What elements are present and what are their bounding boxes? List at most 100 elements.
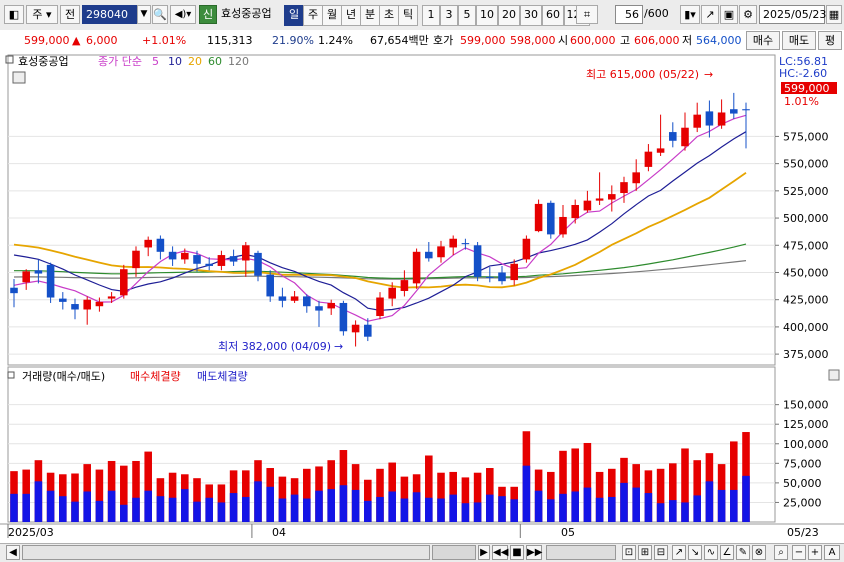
current-price: 599,000 — [24, 34, 70, 47]
volume-bar-sell — [59, 496, 67, 522]
volume-panel-max-icon[interactable] — [828, 369, 840, 381]
save-icon[interactable]: ▣ — [720, 5, 738, 24]
volume-bar-sell — [376, 496, 384, 522]
candle-body — [376, 297, 384, 317]
zoom-fit-icon[interactable]: ⊡ — [622, 545, 636, 560]
zoom-search-icon[interactable]: ⌕ — [774, 545, 788, 560]
pen-tool-icon[interactable]: ✎ — [736, 545, 750, 560]
gear-icon[interactable]: ⚙ — [739, 5, 757, 24]
indicator-icon[interactable]: ▮▾ — [680, 5, 700, 24]
angle-tool-icon[interactable]: ∠ — [720, 545, 734, 560]
interval-button-10[interactable]: 10 — [476, 5, 498, 26]
candle-body — [59, 298, 67, 302]
market-select[interactable]: 주 ▾ — [26, 5, 58, 24]
line-tool-icon[interactable]: ↗ — [672, 545, 686, 560]
candle-body — [351, 324, 360, 333]
interval-button-20[interactable]: 20 — [498, 5, 520, 26]
low-annotation: 최저 382,000 (04/09) — [218, 340, 331, 353]
volume-bar-sell — [656, 503, 665, 522]
legend-ma5: 5 — [152, 55, 159, 68]
scrollbar-thumb[interactable] — [432, 545, 476, 560]
volume-bar-sell — [620, 482, 628, 522]
volume-bar-sell — [498, 496, 506, 522]
scrollbar-track[interactable] — [22, 545, 430, 560]
prev-button[interactable]: 전 — [60, 5, 80, 24]
eval-button[interactable]: 평 — [818, 31, 842, 50]
interval-button-1[interactable]: 1 — [422, 5, 440, 26]
scroll-left-button[interactable]: ◀ — [6, 545, 20, 560]
period-tab-3[interactable]: 년 — [341, 5, 361, 26]
rewind-button[interactable]: ◀◀ — [492, 545, 508, 560]
volume-tick-label: 100,000 — [783, 438, 829, 451]
volume-bar-sell — [608, 496, 616, 522]
volume-bar-sell — [266, 486, 274, 522]
sound-icon[interactable]: ◀)▾ — [170, 5, 196, 24]
stock-name: 효성중공업 — [221, 7, 272, 20]
candle-body — [461, 243, 470, 245]
interval-button-5[interactable]: 5 — [458, 5, 476, 26]
period-tab-6[interactable]: 틱 — [398, 5, 418, 26]
wave-tool-icon[interactable]: ∿ — [704, 545, 718, 560]
legend-ma10: 10 — [168, 55, 182, 68]
price-tick-label: 550,000 — [783, 158, 829, 171]
volume-bar-sell — [510, 499, 518, 522]
erase-tool-icon[interactable]: ⊗ — [752, 545, 766, 560]
quote-bar: 599,000 ▲ 6,000 +1.01% 115,313 21.90% 1.… — [0, 30, 844, 53]
code-dropdown-icon[interactable]: ▼ — [137, 5, 151, 24]
current-price-tag-text: 599,000 — [784, 82, 830, 95]
period-tab-2[interactable]: 월 — [322, 5, 342, 26]
sell-button[interactable]: 매도 — [782, 31, 816, 50]
volume-bar-sell — [595, 497, 604, 522]
stock-chart[interactable]: 575,000550,000525,000500,000475,000450,0… — [0, 52, 844, 543]
scroll-right-button[interactable]: ▶ — [478, 545, 490, 560]
candle-body — [608, 194, 616, 200]
high-annotation: 최고 615,000 (05/22) — [586, 68, 699, 81]
interval-button-60[interactable]: 60 — [542, 5, 564, 26]
interval-button-3[interactable]: 3 — [440, 5, 458, 26]
zoom-area-icon[interactable]: ⊞ — [638, 545, 652, 560]
volume-bar-sell — [437, 498, 445, 522]
table-toggle-icon[interactable] — [12, 71, 26, 84]
volume-tick-label: 150,000 — [783, 399, 829, 412]
period-tab-1[interactable]: 주 — [303, 5, 323, 26]
interval-more-icon[interactable]: ⌗ — [576, 5, 598, 24]
zoom-in-button[interactable]: + — [808, 545, 822, 560]
volume-bar-sell — [34, 481, 43, 522]
interval-button-30[interactable]: 30 — [520, 5, 542, 26]
zoom-out-button[interactable]: − — [792, 545, 806, 560]
stop-button[interactable]: ■ — [510, 545, 524, 560]
volume-bar-sell — [351, 489, 360, 522]
period-tabs: 일주월년분초틱 — [284, 5, 420, 26]
date-input[interactable]: 2025/05/23 — [759, 5, 826, 24]
auto-scale-button[interactable]: A — [824, 545, 840, 560]
forward-button[interactable]: ▶▶ — [526, 545, 542, 560]
trade-amount: 67,654백만 — [370, 34, 429, 47]
window-menu-icon[interactable]: ◧ — [4, 5, 24, 24]
buy-button[interactable]: 매수 — [746, 31, 780, 50]
price-change: 6,000 — [86, 34, 118, 47]
period-tab-0[interactable]: 일 — [284, 5, 304, 26]
bar-count-input[interactable]: 56 — [615, 5, 643, 24]
chart-area[interactable]: 575,000 550,000 525,000 500,000 475,000 450,0… — [0, 52, 844, 543]
period-tab-5[interactable]: 초 — [379, 5, 399, 26]
legend-ma-type: 종가 단순 — [98, 55, 142, 68]
calendar-icon[interactable]: ▦ — [826, 5, 842, 24]
volume-bar-sell — [193, 501, 201, 522]
period-tab-4[interactable]: 분 — [360, 5, 380, 26]
legend-box-icon[interactable] — [5, 55, 14, 64]
volume-legend-box-icon[interactable] — [7, 371, 15, 379]
volume-bar-sell — [10, 493, 18, 522]
volume-bar-sell — [83, 491, 91, 522]
hc-label: HC:-2.60 — [779, 67, 827, 80]
date-label-may: 05 — [561, 526, 575, 539]
candle-body — [473, 245, 482, 277]
zoom-slider[interactable] — [546, 545, 616, 560]
compare-icon[interactable]: ↗ — [701, 5, 719, 24]
stock-code-input[interactable]: 298040 — [82, 5, 137, 24]
crosshair-icon[interactable]: ⊟ — [654, 545, 668, 560]
trend-tool-icon[interactable]: ↘ — [688, 545, 702, 560]
volume-bar-sell — [22, 493, 30, 522]
volume-bar-sell — [388, 491, 396, 522]
candle-body — [510, 263, 518, 281]
search-icon[interactable]: 🔍 — [152, 5, 168, 24]
